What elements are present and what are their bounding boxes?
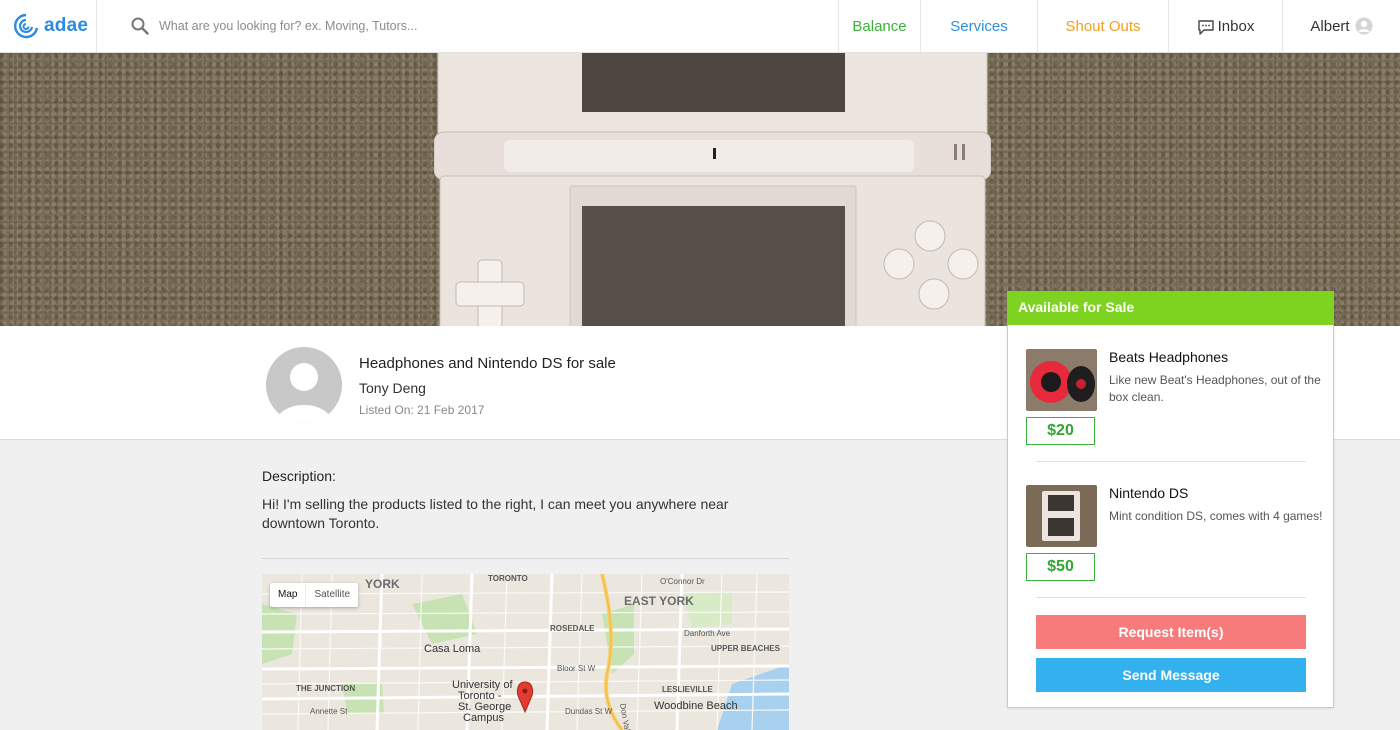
listing-title: Headphones and Nintendo DS for sale [359,355,616,372]
listing-date: Listed On: 21 Feb 2017 [359,403,485,417]
map-label: Danforth Ave [684,629,731,638]
chat-bubble-icon [1197,20,1214,35]
item-description: Like new Beat's Headphones, out of the b… [1109,373,1321,404]
headphones-photo [1026,349,1097,411]
map-label: Dundas St W [565,707,613,716]
seller-name[interactable]: Tony Deng [359,380,426,396]
map-label: UPPER BEACHES [711,644,781,653]
top-navigation: adae Balance Services Shout Outs Inbox A… [0,0,1400,53]
search-input[interactable] [159,19,559,33]
map-label: Bloor St W [557,664,596,673]
seller-avatar[interactable] [266,347,342,423]
divider [1036,461,1306,462]
map-label: EAST YORK [624,594,694,608]
map-type-toggle: Map Satellite [270,583,359,607]
divider [262,558,789,559]
map-toggle-satellite[interactable]: Satellite [305,583,358,607]
item-name: Beats Headphones [1109,349,1229,365]
item-thumbnail[interactable] [1026,485,1097,547]
send-message-button[interactable]: Send Message [1036,658,1306,692]
default-user-icon [266,347,342,423]
search-icon [131,17,149,35]
description-label: Description: [262,468,336,484]
item-price: $20 [1026,417,1095,445]
logo-text: adae [44,15,89,36]
logo[interactable]: adae [0,0,97,52]
item-name: Nintendo DS [1109,485,1189,501]
item-thumbnail[interactable] [1026,349,1097,411]
logo-swirl-icon [14,13,39,39]
map-label: Woodbine Beach [654,700,738,712]
map-label: Annette St [310,707,348,716]
nav-balance[interactable]: Balance [838,0,920,52]
map-label: LESLIEVILLE [662,685,713,694]
location-map[interactable]: YORK TORONTO EAST YORK ROSEDALE Casa Lom… [262,574,789,730]
map-label: TORONTO [488,574,528,583]
hero-image [0,53,1400,326]
sale-item[interactable]: Nintendo DS Mint condition DS, comes wit… [1008,463,1335,583]
search-bar [97,0,838,52]
sale-panel-header: Available for Sale [1007,291,1334,325]
map-toggle-map[interactable]: Map [270,583,305,607]
map-label: ROSEDALE [550,624,595,633]
sale-item[interactable]: Beats Headphones Like new Beat's Headpho… [1008,327,1335,447]
map-label: Campus [463,712,504,724]
sale-panel: Available for Sale Beats Headphones Like… [1007,291,1334,708]
nav-inbox-label: Inbox [1217,17,1255,35]
map-label: THE JUNCTION [296,684,355,693]
nav-user-name: Albert [1310,17,1350,35]
nintendo-ds-thumbnail [1026,485,1097,547]
user-avatar-icon [1355,17,1373,35]
map-label: O'Connor Dr [660,577,705,586]
description-text: Hi! I'm selling the products listed to t… [262,496,729,531]
nav-inbox[interactable]: Inbox [1168,0,1282,52]
nav-user-menu[interactable]: Albert [1282,0,1400,52]
request-items-button[interactable]: Request Item(s) [1036,615,1306,649]
item-description: Mint condition DS, comes with 4 games! [1109,509,1323,523]
item-price: $50 [1026,553,1095,581]
map-label: YORK [365,577,400,591]
nintendo-ds-photo [434,53,991,326]
nav-shout-outs[interactable]: Shout Outs [1037,0,1168,52]
divider [1036,597,1306,598]
map-label: Casa Loma [424,643,481,655]
nav-services[interactable]: Services [920,0,1037,52]
